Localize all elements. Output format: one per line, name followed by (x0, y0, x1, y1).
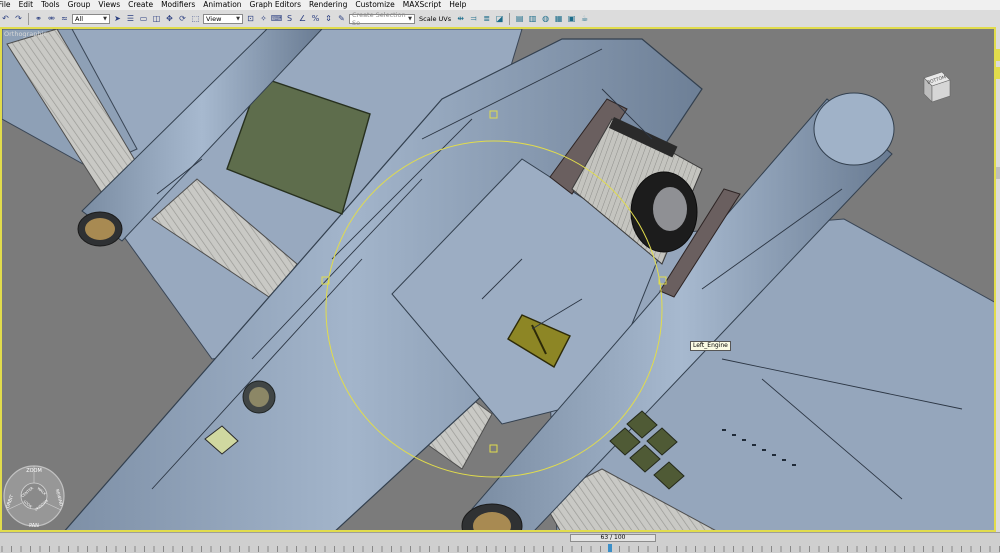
toolbar-divider (28, 12, 29, 25)
align-icon[interactable]: ⫤ (468, 13, 479, 24)
select-by-name-icon[interactable]: ☰ (125, 13, 136, 24)
time-slider-bar: 63 / 100 (0, 532, 1000, 553)
material-editor-icon[interactable]: ◍ (540, 13, 551, 24)
named-selection-set-select[interactable]: Create Selection Se ▼ (349, 10, 415, 27)
panel-tab[interactable] (996, 49, 1000, 61)
chevron-down-icon: ▼ (236, 15, 240, 22)
menu-graph-editors[interactable]: Graph Editors (246, 0, 306, 10)
select-object-icon[interactable]: ➤ (112, 13, 123, 24)
undo-icon[interactable]: ↶ (0, 13, 11, 24)
bind-space-warp-icon[interactable]: ≈ (59, 13, 70, 24)
redo-icon[interactable]: ↷ (13, 13, 24, 24)
schematic-view-icon[interactable]: ▥ (527, 13, 538, 24)
current-frame-marker[interactable] (608, 544, 612, 552)
named-selection-set-placeholder: Create Selection Se (352, 10, 406, 27)
right-engine-cowling (813, 92, 895, 166)
object-tooltip: Left_Engine (690, 341, 731, 351)
menu-file[interactable]: File (0, 0, 15, 10)
mirror-icon[interactable]: ⇹ (455, 13, 466, 24)
steering-wheel[interactable]: ZOOM ORBIT REWIND PAN CENTER WALK LOOK U… (2, 460, 70, 532)
select-and-rotate-icon[interactable]: ⟳ (177, 13, 188, 24)
render-production-icon[interactable]: ☕ (579, 13, 590, 24)
menu-group[interactable]: Group (64, 0, 95, 10)
menu-modifiers[interactable]: Modifiers (157, 0, 199, 10)
edit-named-selection-icon[interactable]: ✎ (336, 13, 347, 24)
unlink-icon[interactable]: ⚮ (46, 13, 57, 24)
menu-help[interactable]: Help (445, 0, 470, 10)
menu-tools[interactable]: Tools (37, 0, 63, 10)
rendered-frame-window-icon[interactable]: ▣ (566, 13, 577, 24)
curve-editor-icon[interactable]: ▤ (514, 13, 525, 24)
menu-rendering[interactable]: Rendering (305, 0, 351, 10)
spinner-snap-icon[interactable]: ⇕ (323, 13, 334, 24)
menu-customize[interactable]: Customize (351, 0, 398, 10)
percent-snap-icon[interactable]: % (310, 13, 321, 24)
select-and-scale-icon[interactable]: ⬚ (190, 13, 201, 24)
selection-filter-select[interactable]: All ▼ (72, 13, 110, 24)
timeline-ticks[interactable] (0, 544, 1000, 552)
layer-manager-icon[interactable]: ≣ (481, 13, 492, 24)
menu-views[interactable]: Views (94, 0, 124, 10)
menu-maxscript[interactable]: MAXScript (399, 0, 446, 10)
select-and-move-icon[interactable]: ✥ (164, 13, 175, 24)
menu-edit[interactable]: Edit (15, 0, 38, 10)
steering-zoom[interactable]: ZOOM (26, 468, 42, 474)
orthographic-viewport[interactable]: Orthographic Left_Engine BOTTOM ZOOM ORB… (0, 27, 996, 532)
main-toolbar: ↶ ↷ ⚭ ⚮ ≈ All ▼ ➤ ☰ ▭ ◫ ✥ ⟳ ⬚ View ▼ ⊡ ✧… (0, 10, 1000, 28)
snaps-toggle-icon[interactable]: S (284, 13, 295, 24)
angle-snap-icon[interactable]: ∠ (297, 13, 308, 24)
pivot-center-icon[interactable]: ⊡ (245, 13, 256, 24)
fuselage-port-lens (249, 387, 269, 407)
keyboard-shortcut-icon[interactable]: ⌨ (271, 13, 283, 24)
panel-tab[interactable] (996, 67, 1000, 79)
chevron-down-icon: ▼ (408, 15, 412, 22)
rectangular-selection-icon[interactable]: ▭ (138, 13, 149, 24)
steering-pan[interactable]: PAN (29, 523, 39, 529)
menu-bar: File Edit Tools Group Views Create Modif… (0, 0, 1000, 10)
left-engine-exhaust-inner (85, 218, 115, 240)
menu-create[interactable]: Create (124, 0, 157, 10)
link-icon[interactable]: ⚭ (33, 13, 44, 24)
manipulate-icon[interactable]: ✧ (258, 13, 269, 24)
time-slider[interactable]: 63 / 100 (570, 534, 656, 542)
selection-filter-value: All (75, 14, 84, 23)
viewport-label[interactable]: Orthographic (4, 30, 47, 38)
panel-tab[interactable] (996, 167, 1000, 179)
aircraft-scene (2, 29, 994, 530)
window-crossing-icon[interactable]: ◫ (151, 13, 162, 24)
menu-animation[interactable]: Animation (199, 0, 245, 10)
wheel-hub (653, 187, 687, 231)
render-setup-icon[interactable]: ▦ (553, 13, 564, 24)
reference-coordinate-select[interactable]: View ▼ (203, 13, 243, 24)
reference-coordinate-value: View (206, 14, 222, 23)
toolbar-divider (509, 12, 511, 25)
chevron-down-icon: ▼ (103, 15, 107, 22)
command-panel-edge[interactable] (996, 27, 1000, 532)
frame-readout: 63 / 100 (600, 534, 626, 541)
viewcube[interactable]: BOTTOM (916, 66, 956, 106)
scale-uvs-button[interactable]: Scale UVs (417, 15, 453, 23)
graphite-tools-icon[interactable]: ◪ (494, 13, 505, 24)
